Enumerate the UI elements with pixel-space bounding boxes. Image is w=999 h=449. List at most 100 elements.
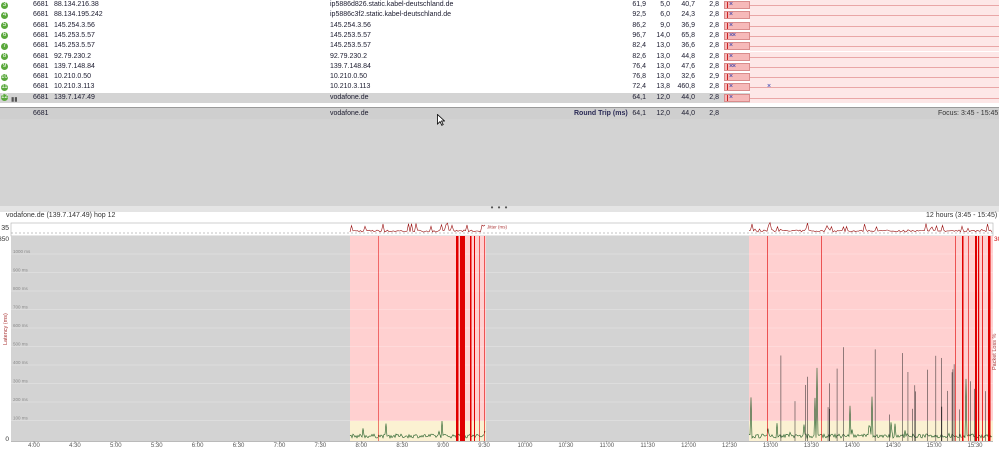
x-tick-label[interactable]: 7:30 bbox=[315, 443, 327, 449]
x-tick-label[interactable]: 8:00 bbox=[355, 443, 367, 449]
loss-max-label: 30 bbox=[994, 236, 999, 243]
x-tick-label[interactable]: 10:30 bbox=[558, 443, 574, 449]
x-tick-label[interactable]: 15:00 bbox=[927, 443, 943, 449]
hop-graph-line bbox=[750, 25, 999, 27]
hop-latency-graph: × bbox=[724, 41, 999, 52]
summary-count: 6681 bbox=[33, 110, 49, 117]
graph-time-range[interactable]: 12 hours (3:45 - 15:45) bbox=[926, 212, 997, 220]
hop-latency-graph: × × bbox=[724, 61, 999, 73]
hop-loss: 2,8 bbox=[709, 42, 719, 50]
x-tick-label[interactable]: 8:30 bbox=[396, 443, 408, 449]
hop-ip: 10.210.0.50 bbox=[54, 73, 91, 81]
hop-number-badge: 9 bbox=[1, 63, 8, 71]
x-tick-label[interactable]: 13:30 bbox=[804, 443, 820, 449]
x-tick-label[interactable]: 11:00 bbox=[599, 443, 614, 449]
hop-graph-sample-marker-icon: × bbox=[767, 83, 772, 91]
hop-graph-line bbox=[750, 56, 999, 58]
x-tick-label[interactable]: 10:00 bbox=[517, 443, 533, 449]
packet-loss-zone bbox=[749, 236, 993, 441]
hop-latency-graph: × bbox=[724, 20, 999, 31]
hop-graph-min-tick bbox=[727, 43, 728, 50]
focus-range[interactable]: Focus: 3:45 - 15:45 bbox=[938, 108, 998, 119]
x-tick-label[interactable]: 9:00 bbox=[437, 443, 449, 449]
hop-avg: 72,4 bbox=[632, 83, 646, 91]
hop-cur: 47,6 bbox=[681, 62, 695, 70]
hop-cur: 44,0 bbox=[681, 93, 695, 101]
x-tick-label[interactable]: 5:30 bbox=[151, 443, 163, 449]
hop-count: 6681 bbox=[33, 21, 49, 29]
x-tick-label[interactable]: 6:00 bbox=[192, 443, 204, 449]
hop-ip: 145.253.5.57 bbox=[54, 31, 95, 39]
hop-row[interactable]: 12 ▮▮ 6681 139.7.147.49 vodafone.de 64,1 12,0 4… bbox=[0, 92, 999, 103]
latency-timeline-chart[interactable]: 35 Jitter (ms) 1000 ms 900 ms 800 ms 700 ms 60… bbox=[0, 220, 999, 449]
packet-loss-spike bbox=[968, 236, 969, 441]
hop-ip: 88.134.195.242 bbox=[54, 11, 103, 19]
hop-ip: 10.210.3.113 bbox=[54, 83, 95, 91]
hop-graph-min-tick bbox=[727, 53, 728, 60]
hop-latency-graph: × bbox=[724, 10, 999, 21]
hop-hostname: 139.7.148.84 bbox=[330, 62, 371, 70]
hop-loss: 2,8 bbox=[709, 1, 719, 8]
hop-hostname: 145.253.5.57 bbox=[330, 42, 371, 50]
summary-min: 12,0 bbox=[656, 110, 670, 117]
x-tick-label[interactable]: 14:30 bbox=[886, 443, 902, 449]
hop-row[interactable]: 7 6681 145.253.5.57 145.253.5.57 82,4 13,0 36,… bbox=[0, 41, 999, 52]
jitter-max-label: 35 bbox=[1, 225, 9, 232]
timeline-graph-panel[interactable]: vodafone.de (139.7.147.49) hop 12 12 hou… bbox=[0, 212, 999, 449]
x-tick-label[interactable]: 9:30 bbox=[478, 443, 490, 449]
hop-row[interactable]: 9 6681 139.7.148.84 139.7.148.84 76,4 13,0 47,… bbox=[0, 61, 999, 73]
x-tick-label[interactable]: 14:00 bbox=[845, 443, 861, 449]
packet-loss-spike bbox=[821, 236, 822, 441]
hop-min: 5,0 bbox=[660, 1, 670, 8]
hop-graph-line bbox=[750, 97, 999, 99]
hop-ip: 92.79.230.2 bbox=[54, 52, 91, 60]
hop-hostname: 145.253.5.57 bbox=[330, 31, 371, 39]
hop-avg: 82,4 bbox=[632, 42, 646, 50]
x-tick-label[interactable]: 11:30 bbox=[640, 443, 655, 449]
packet-loss-spike bbox=[962, 236, 964, 441]
hop-ip: 88.134.216.38 bbox=[54, 1, 99, 8]
hop-row[interactable]: 8 6681 92.79.230.2 92.79.230.2 82,6 13,0 44,8 2… bbox=[0, 51, 999, 62]
hop-hostname: 10.210.3.113 bbox=[330, 83, 371, 91]
hop-graph-line bbox=[750, 5, 999, 6]
hop-graph-line bbox=[750, 77, 999, 79]
hop-row[interactable]: 10 6681 10.210.0.50 10.210.0.50 76,8 13,0 32,6… bbox=[0, 72, 999, 83]
hop-graph-avg-marker-icon: × bbox=[729, 11, 734, 19]
x-tick-label[interactable]: 4:00 bbox=[28, 443, 40, 449]
hop-graph-line bbox=[750, 66, 999, 68]
hop-loss: 2,8 bbox=[709, 52, 719, 60]
hop-count: 6681 bbox=[33, 52, 49, 60]
hop-graph-avg-marker-icon: × bbox=[729, 52, 734, 60]
x-tick-label[interactable]: 12:30 bbox=[722, 443, 738, 449]
x-tick-label[interactable]: 6:30 bbox=[233, 443, 245, 449]
hop-min: 9,0 bbox=[660, 21, 670, 29]
hop-row[interactable]: 3 6681 88.134.216.38 ip5886d826.static.kabe… bbox=[0, 0, 999, 11]
packet-loss-spike bbox=[955, 236, 956, 441]
x-tick-label[interactable]: 7:00 bbox=[274, 443, 286, 449]
hop-number-badge: 6 bbox=[1, 32, 8, 40]
hop-row[interactable]: 6 6681 145.253.5.57 145.253.5.57 96,7 14,0 65,… bbox=[0, 30, 999, 42]
packet-loss-spike bbox=[479, 236, 480, 441]
packet-loss-spike bbox=[982, 236, 983, 441]
hop-row[interactable]: 5 6681 145.254.3.56 145.254.3.56 86,2 9,0 36,9… bbox=[0, 20, 999, 31]
packet-loss-spike bbox=[378, 236, 379, 441]
hop-count: 6681 bbox=[33, 31, 49, 39]
hop-row[interactable]: 4 6681 88.134.195.242 ip5886c3f2.static.kab… bbox=[0, 10, 999, 21]
packet-loss-zone bbox=[350, 236, 486, 441]
hop-graph-min-tick bbox=[727, 22, 728, 29]
hop-row[interactable]: 11 6681 10.210.3.113 10.210.3.113 72,4 13,8 46… bbox=[0, 82, 999, 93]
graph-title: vodafone.de (139.7.147.49) hop 12 bbox=[6, 212, 116, 219]
hop-avg: 96,7 bbox=[632, 31, 646, 39]
hop-graph-line bbox=[750, 46, 999, 48]
hop-cur: 65,8 bbox=[681, 31, 695, 39]
hop-avg: 76,4 bbox=[632, 62, 646, 70]
packet-loss-spike bbox=[975, 236, 977, 441]
empty-trace-area bbox=[0, 119, 999, 206]
x-tick-label[interactable]: 15:30 bbox=[967, 443, 983, 449]
y-tick-label: 100 ms bbox=[13, 416, 29, 421]
x-tick-label[interactable]: 4:30 bbox=[69, 443, 81, 449]
x-tick-label[interactable]: 13:00 bbox=[763, 443, 779, 449]
x-tick-label[interactable]: 12:00 bbox=[681, 443, 697, 449]
x-tick-label[interactable]: 5:00 bbox=[110, 443, 122, 449]
hop-latency-graph: × bbox=[724, 51, 999, 62]
